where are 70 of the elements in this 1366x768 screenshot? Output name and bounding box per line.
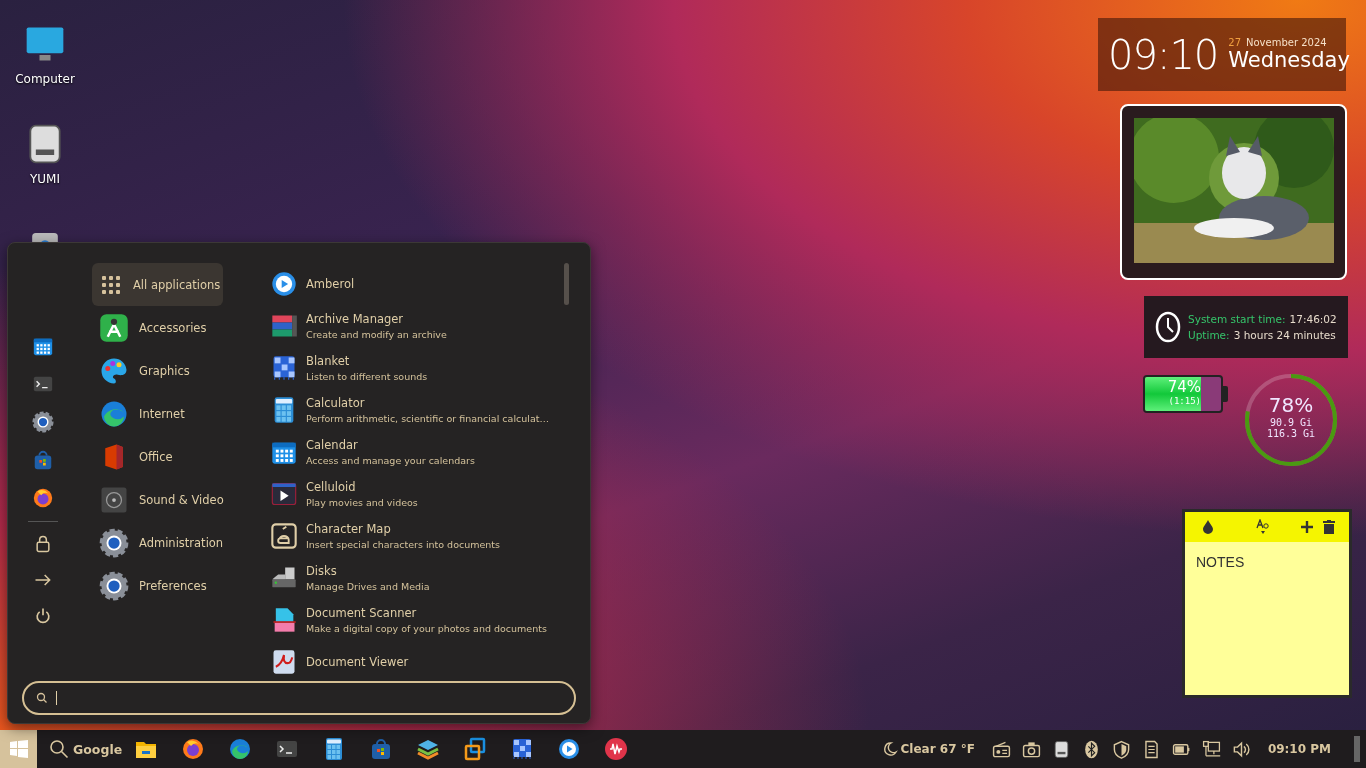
disk-total: 116.3 Gi bbox=[1266, 428, 1316, 439]
windows-logo-icon bbox=[9, 740, 28, 758]
app-item[interactable]: Disks Manage Drives and Media bbox=[270, 557, 590, 599]
app-item[interactable]: Amberol bbox=[270, 263, 590, 305]
start-button[interactable] bbox=[0, 730, 37, 768]
date-day: 27 bbox=[1228, 37, 1241, 48]
app-item[interactable]: Calculator Perform arithmetic, scientific or financial calculat… bbox=[270, 389, 590, 431]
settings-icon[interactable] bbox=[32, 411, 54, 433]
start-time-label: System start time: bbox=[1188, 313, 1286, 325]
play-icon[interactable] bbox=[557, 737, 582, 761]
uptime-label: Uptime: bbox=[1188, 329, 1230, 341]
moon-icon bbox=[881, 741, 898, 757]
video-icon bbox=[270, 480, 298, 508]
category-item[interactable]: Sound & Video bbox=[92, 478, 223, 521]
search-button[interactable]: Google bbox=[49, 739, 123, 759]
search-field[interactable] bbox=[22, 681, 576, 715]
battery-remaining: (1:15) bbox=[1168, 396, 1201, 406]
taskbar-clock[interactable]: 09:10 PM bbox=[1267, 742, 1331, 756]
category-item[interactable]: Graphics bbox=[92, 349, 223, 392]
character-icon bbox=[270, 522, 298, 550]
icon-label: YUMI bbox=[30, 172, 60, 186]
disk-used: 90.9 Gi bbox=[1269, 417, 1313, 428]
category-item[interactable]: Administration bbox=[92, 521, 223, 564]
app-item[interactable]: Calendar Access and manage your calendars bbox=[270, 431, 590, 473]
category-item[interactable]: Internet bbox=[92, 392, 223, 435]
disk-percent: 78% bbox=[1268, 393, 1314, 417]
weekday: Wednesday bbox=[1228, 48, 1350, 72]
browser-icon[interactable] bbox=[181, 737, 206, 761]
category-item[interactable]: Preferences bbox=[92, 564, 223, 607]
shopping-bag-icon[interactable] bbox=[32, 449, 54, 471]
volume-icon[interactable] bbox=[1231, 739, 1251, 759]
app-item[interactable]: Celluloid Play movies and videos bbox=[270, 473, 590, 515]
category-item[interactable]: Accessories bbox=[92, 306, 223, 349]
start-time-value: 17:46:02 bbox=[1289, 313, 1337, 325]
browser-icon[interactable] bbox=[32, 487, 54, 509]
icon-label: Computer bbox=[15, 72, 75, 86]
app-item[interactable]: Blanket Listen to different sounds bbox=[270, 347, 590, 389]
app-item[interactable]: Archive Manager Create and modify an archive bbox=[270, 305, 590, 347]
battery-percent: 74% bbox=[1167, 378, 1201, 396]
settings-icon bbox=[99, 570, 129, 601]
play-icon bbox=[270, 270, 298, 298]
lock-icon[interactable] bbox=[33, 534, 53, 554]
weather-button[interactable]: Clear 67 °F bbox=[881, 741, 975, 757]
network-icon[interactable] bbox=[1201, 739, 1221, 759]
search-icon bbox=[36, 692, 48, 704]
app-item[interactable]: Document Scanner Make a digital copy of your photos and documents bbox=[270, 599, 590, 641]
clock-time: 09:10 bbox=[1108, 31, 1219, 78]
scrollbar[interactable] bbox=[564, 263, 569, 305]
radio-icon[interactable] bbox=[991, 739, 1011, 759]
app-item[interactable]: Document Viewer bbox=[270, 641, 590, 677]
font-size-icon[interactable] bbox=[1256, 519, 1270, 535]
layers-icon[interactable] bbox=[416, 737, 441, 761]
settings-icon bbox=[99, 527, 129, 558]
globe-icon[interactable] bbox=[228, 737, 253, 761]
category-item[interactable]: Office bbox=[92, 435, 223, 478]
category-item[interactable]: All applications bbox=[92, 263, 223, 306]
audio-icon[interactable] bbox=[604, 737, 629, 761]
camera-icon[interactable] bbox=[1021, 739, 1041, 759]
drop-icon[interactable] bbox=[1202, 520, 1214, 534]
tools-icon bbox=[99, 312, 129, 343]
clock-icon bbox=[1154, 310, 1182, 344]
date-month-year: November 2024 bbox=[1246, 37, 1327, 48]
add-icon[interactable] bbox=[1301, 521, 1313, 533]
shield-icon[interactable] bbox=[1111, 739, 1131, 759]
search-icon bbox=[49, 739, 69, 759]
uptime-value: 3 hours 24 minutes bbox=[1233, 329, 1336, 341]
app-item[interactable]: Character Map Insert special characters into documents bbox=[270, 515, 590, 557]
power-icon[interactable] bbox=[33, 606, 53, 626]
note-text[interactable]: NOTES bbox=[1196, 554, 1349, 570]
trash-icon[interactable] bbox=[1323, 520, 1335, 534]
